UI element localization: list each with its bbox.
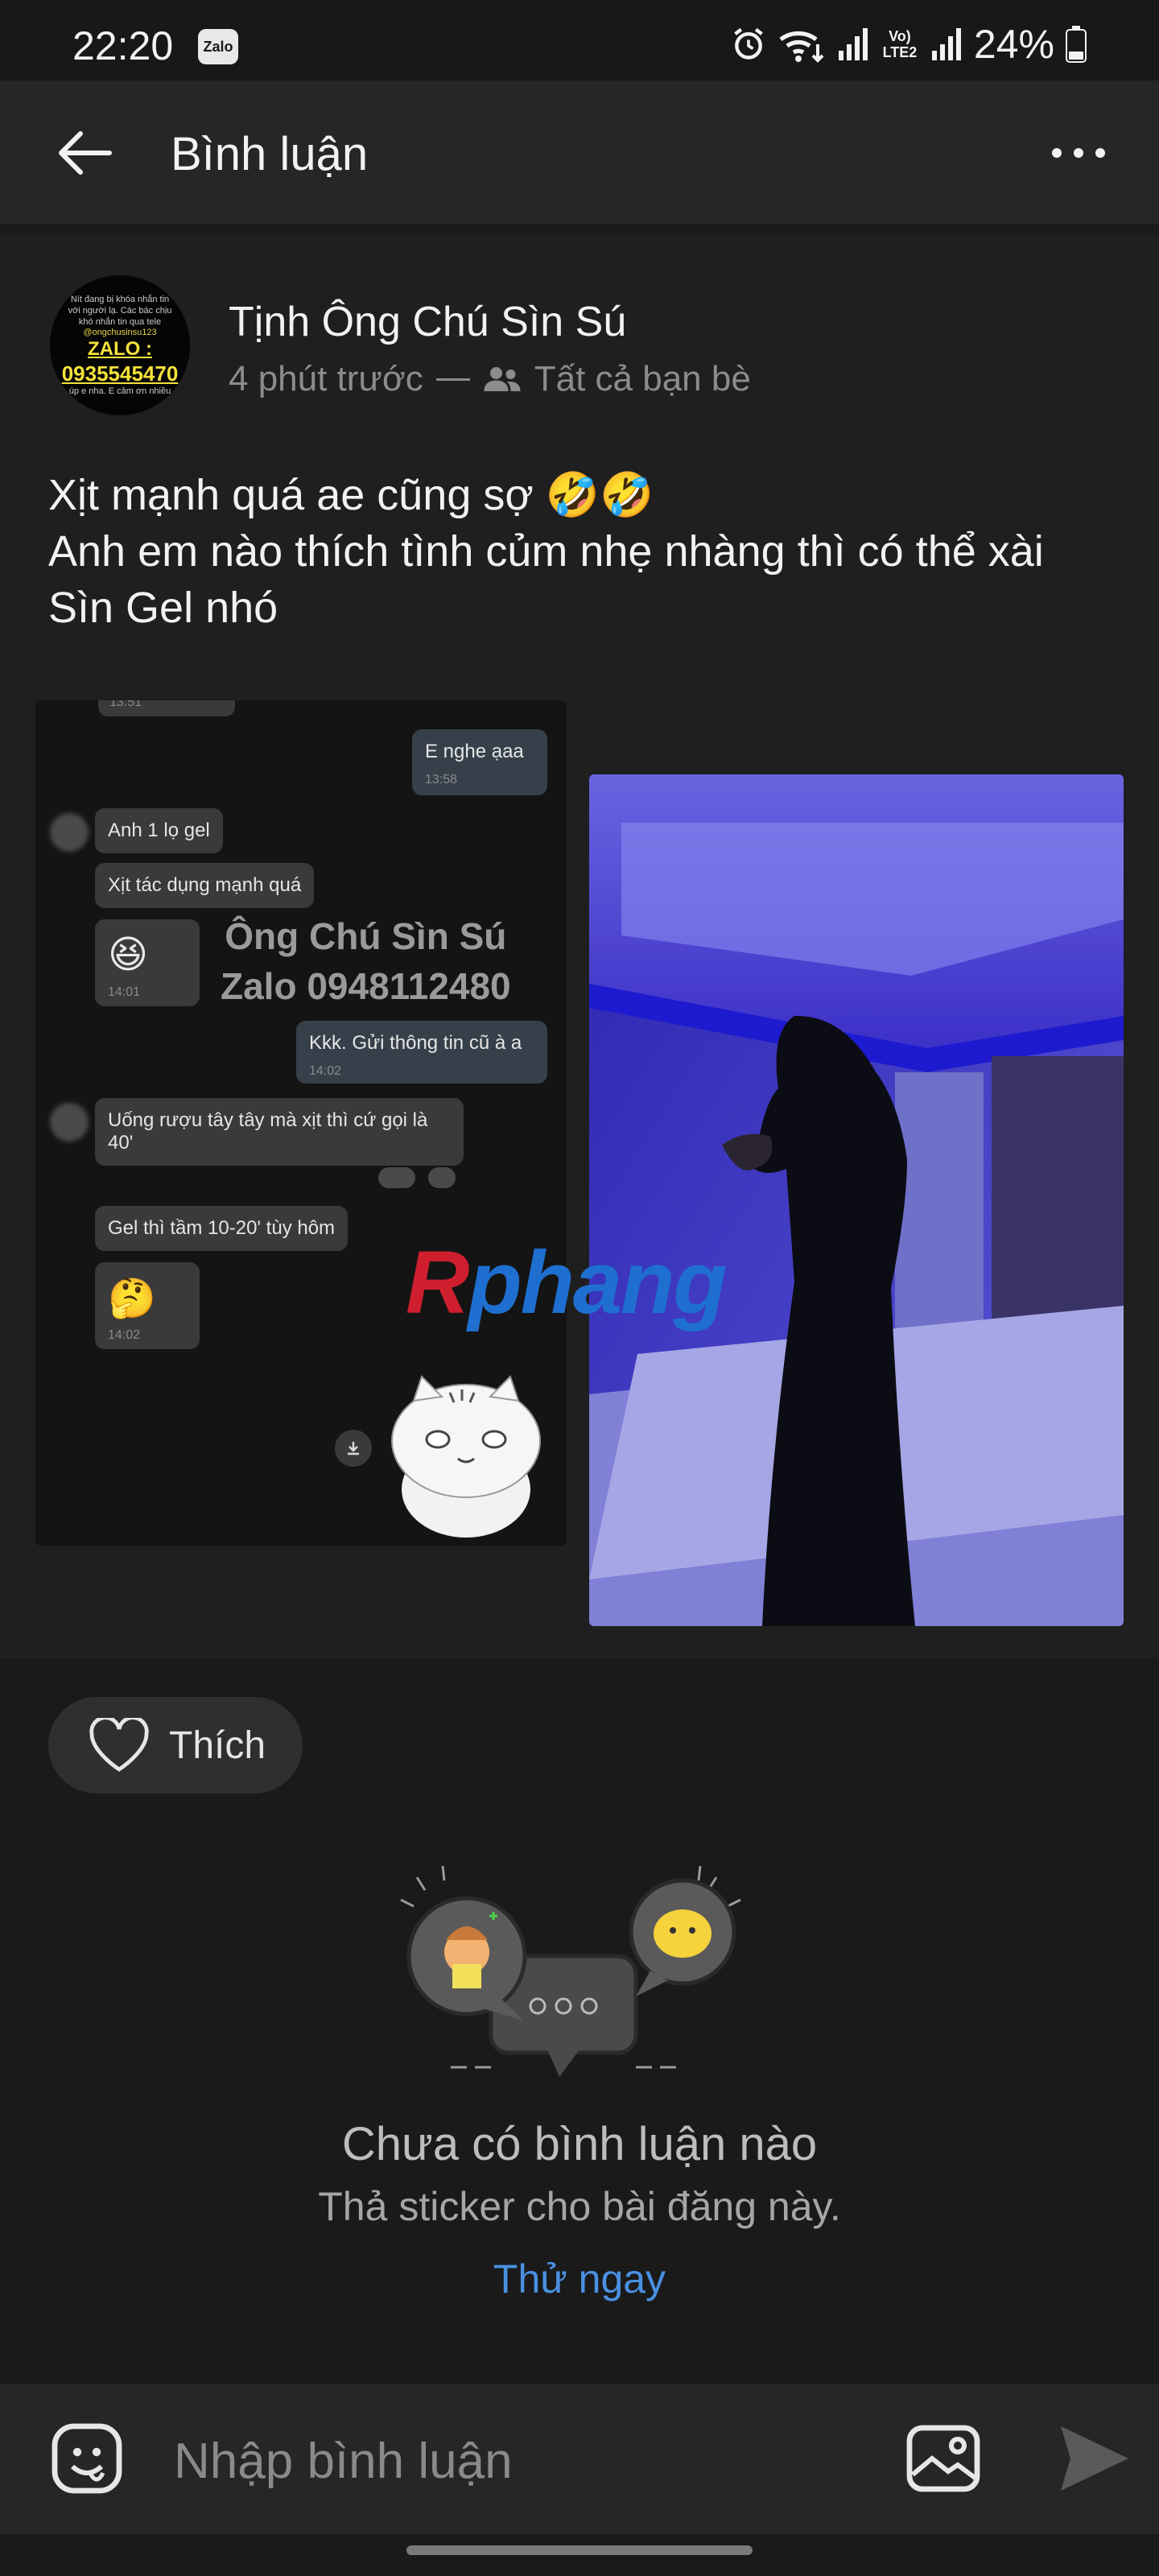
empty-comments-subtitle: Thả sticker cho bài đăng này.: [318, 2184, 841, 2229]
post-text-line: Anh em nào thích tình củm nhẹ nhàng thì …: [48, 527, 1044, 576]
comment-input[interactable]: [174, 2425, 866, 2497]
chat-avatar: [50, 813, 89, 852]
post-image-photo[interactable]: [589, 774, 1124, 1626]
author-name[interactable]: Tịnh Ông Chú Sìn Sú: [229, 298, 626, 346]
no-comments-illustration: [400, 1865, 741, 2077]
overlay-logo-text: phang: [468, 1233, 727, 1332]
post-text-line: Sìn Gel nhó: [48, 584, 278, 632]
zalo-notification-icon: Zalo: [198, 29, 238, 64]
page-title: Bình luận: [171, 128, 369, 180]
chat-time: 13:58: [425, 773, 458, 786]
avatar-small-text: Nít đang bị khóa nhắn tin với người lạ. …: [68, 295, 172, 327]
chat-text: Xịt tác dụng mạnh quá: [108, 874, 302, 896]
watermark-line: Ông Chú Sìn Sú: [225, 915, 507, 957]
home-indicator[interactable]: [406, 2545, 753, 2555]
chat-bubble-received: Gel thì tầm 10-20' tùy hôm: [95, 1206, 349, 1251]
meta-separator: [435, 378, 470, 381]
watermark-line: Zalo 0948112480: [221, 965, 511, 1007]
post-card: Nít đang bị khóa nhắn tin với người lạ. …: [0, 233, 1159, 1658]
like-button[interactable]: Thích: [48, 1697, 303, 1794]
post-audience: Tất cả bạn bè: [534, 359, 751, 398]
image-watermark: Ông Chú Sìn Sú Zalo 0948112480: [221, 911, 511, 1011]
reaction-badge: [378, 1167, 415, 1188]
cat-sticker-icon: [391, 1375, 541, 1538]
more-horizontal-icon: [1052, 148, 1105, 158]
like-label: Thích: [169, 1724, 266, 1767]
reaction-badge: [428, 1167, 456, 1188]
chat-text: Uống rượu tây tây mà xịt thì cứ gọi là: [108, 1109, 428, 1131]
top-app-bar: Bình luận: [0, 80, 1159, 224]
friends-icon: [484, 367, 521, 391]
chat-text: 40': [108, 1132, 134, 1154]
alarm-icon: [734, 27, 763, 60]
avatar-handle: @ongchusinsu123: [83, 328, 157, 337]
post-text-line: Xịt mạnh quá ae cũng sợ 🤣🤣: [48, 471, 654, 519]
volte-icon: Vo) LTE2: [882, 28, 918, 60]
chat-text: E nghe ạaa: [425, 741, 524, 762]
more-options-button[interactable]: [1040, 121, 1117, 185]
post-meta: 4 phút trước Tất cả bạn bè: [229, 359, 751, 399]
chat-time: 14:02: [309, 1064, 342, 1078]
post-image-chat-screenshot[interactable]: 13:51 E nghe ạaa 13:58 Anh 1 lọ gel Xịt …: [35, 700, 567, 1546]
chat-bubble-received: Xịt tác dụng mạnh quá: [95, 863, 315, 908]
status-icons: Vo) LTE2 24%: [731, 21, 1087, 68]
avatar-footer-text: úp e nha. E cảm ơn nhiều: [68, 386, 171, 396]
overlay-logo-r: R: [406, 1233, 469, 1332]
battery-icon: [1066, 26, 1087, 63]
send-icon[interactable]: [1054, 2420, 1132, 2497]
chat-text: Gel thì tầm 10-20' tùy hôm: [108, 1217, 336, 1239]
chat-emoji-message: 🤔 14:02: [95, 1262, 200, 1349]
photo-image: [589, 774, 1124, 1626]
comment-composer: [0, 2384, 1159, 2534]
status-time: 22:20: [72, 23, 174, 68]
laughing-emoji-icon: 😆: [108, 934, 149, 976]
avatar-zalo-label: ZALO :: [88, 338, 152, 360]
signal-icon: [838, 28, 868, 60]
author-avatar[interactable]: Nít đang bị khóa nhắn tin với người lạ. …: [50, 275, 190, 415]
empty-comments-title: Chưa có bình luận nào: [341, 2118, 818, 2170]
chat-bubble-received: Uống rượu tây tây mà xịt thì cứ gọi là 4…: [95, 1098, 464, 1166]
chat-bubble-received: Anh 1 lọ gel: [95, 808, 223, 853]
back-button[interactable]: [48, 121, 121, 185]
chat-time: 14:02: [108, 1328, 141, 1342]
chat-emoji-message: 😆 14:01: [95, 919, 200, 1006]
chat-time: 14:01: [108, 985, 141, 999]
wifi-icon: [779, 31, 824, 63]
battery-percent: 24%: [973, 22, 1054, 67]
image-icon[interactable]: [905, 2420, 982, 2497]
sticker-icon[interactable]: [48, 2420, 126, 2497]
chat-avatar: [50, 1103, 89, 1141]
chat-time: 13:51: [109, 700, 142, 709]
download-icon: [335, 1430, 372, 1467]
signal-icon-2: [931, 28, 961, 60]
post-text: Xịt mạnh quá ae cũng sợ 🤣🤣 Anh em nào th…: [48, 467, 1111, 636]
thinking-emoji-icon: 🤔: [108, 1278, 156, 1320]
try-sticker-link[interactable]: Thử ngay: [0, 2256, 1159, 2302]
chat-text: Anh 1 lọ gel: [108, 819, 210, 841]
overlay-logo: Rphang: [406, 1232, 727, 1334]
chat-text: Kkk. Gửi thông tin cũ à a: [309, 1032, 522, 1054]
post-time: 4 phút trước: [229, 359, 423, 398]
status-bar: 22:20 Zalo Vo) LTE2 24%: [0, 0, 1159, 80]
arrow-left-icon: [59, 131, 112, 175]
avatar-phone: 0935545470: [61, 361, 179, 386]
heart-icon: [89, 1718, 149, 1772]
